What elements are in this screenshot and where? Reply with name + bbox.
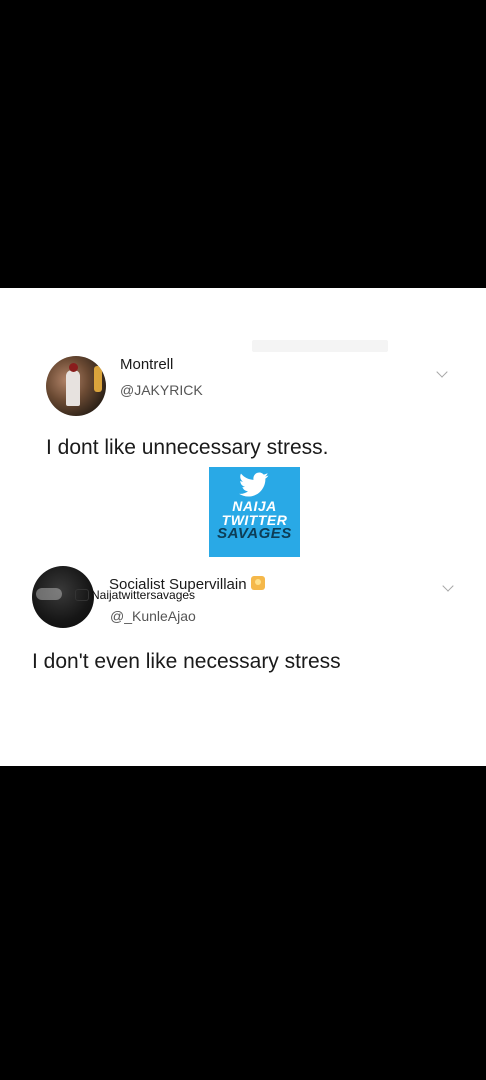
chevron-down-icon[interactable] — [436, 366, 448, 378]
tweet-text: I dont like unnecessary stress. — [46, 436, 329, 459]
screenshot-card: Montrell @JAKYRICK I dont like unnecessa… — [0, 288, 486, 766]
naija-twitter-savages-logo: NAIJA TWITTER SAVAGES — [209, 467, 300, 557]
screen-frame: Montrell @JAKYRICK I dont like unnecessa… — [0, 0, 486, 1080]
watermark: Naijatwittersavages — [75, 589, 195, 601]
logo-line-1: NAIJA — [232, 498, 277, 514]
avatar-light — [36, 588, 62, 600]
user-handle[interactable]: @_KunleAjao — [110, 608, 196, 624]
display-name[interactable]: Montrell — [120, 356, 173, 373]
tweet-text: I don't even like necessary stress — [32, 650, 341, 673]
chevron-down-icon[interactable] — [442, 580, 454, 592]
watermark-text: Naijatwittersavages — [91, 588, 196, 602]
twitter-bird-icon — [239, 472, 269, 497]
avatar-figure — [66, 363, 80, 406]
logo-line-3: SAVAGES — [217, 525, 292, 542]
faint-header-bar — [252, 340, 388, 352]
avatar-light — [94, 366, 102, 392]
instagram-icon — [75, 589, 89, 601]
avatar[interactable] — [46, 356, 106, 416]
emoji-badge-icon — [250, 576, 265, 590]
user-handle[interactable]: @JAKYRICK — [120, 382, 203, 398]
